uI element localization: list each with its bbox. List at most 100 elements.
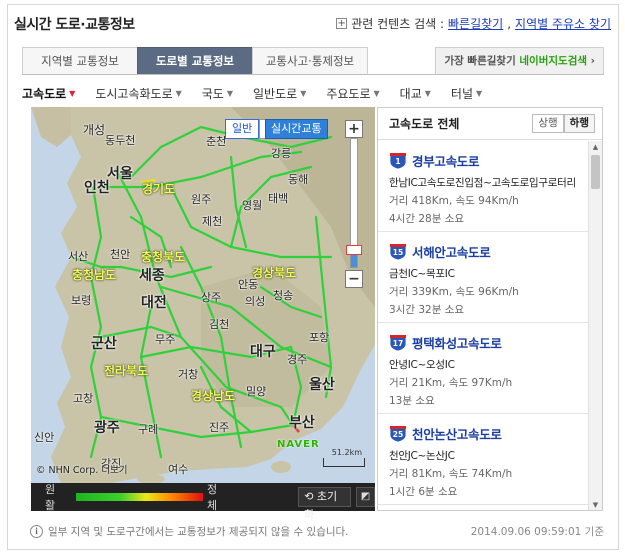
traffic-map[interactable]: 개성 동두천 춘천 서울 인천 경기도 강릉 동해 원주 영월 태백 제천 서산… <box>31 107 375 483</box>
map-label-gochang: 고창 <box>73 392 94 405</box>
map-label-chungbuk: 충청북도 <box>141 250 186 264</box>
naver-logo: NAVER <box>277 439 320 450</box>
map-label-seoul: 서울 <box>107 166 133 182</box>
highway-shield-icon: 17 <box>389 334 407 352</box>
map-type-normal-button[interactable]: 일반 <box>225 119 260 139</box>
expressway-time: 3시간 32분 소요 <box>389 304 465 316</box>
expressway-section: 안녕IC~오성IC <box>389 359 455 371</box>
zoom-slider-track[interactable] <box>346 138 362 268</box>
gas-station-link[interactable]: 지역별 주유소 찾기 <box>515 15 611 32</box>
plus-icon: + <box>336 18 348 29</box>
caret-down-icon: ▼ <box>226 88 234 98</box>
subtab-general-road[interactable]: 일반도로 ▼ <box>253 85 306 102</box>
caret-down-icon: ▼ <box>476 88 483 98</box>
map-copyright[interactable]: © NHN Corp. 더보기 <box>36 462 128 476</box>
map-label-dongducheon: 동두천 <box>105 134 136 147</box>
map-label-gyeongbuk: 경상북도 <box>252 266 297 280</box>
map-label-cheonan: 천안 <box>110 248 131 261</box>
subtab-urban-expressway[interactable]: 도시고속화도로 ▼ <box>95 85 181 102</box>
highway-shield-icon: 15 <box>389 243 407 261</box>
zoom-in-button[interactable]: + <box>345 120 363 138</box>
list-item[interactable]: 1 경부고속도로 한남IC고속도로진입점~고속도로입구로터리 거리 418Km,… <box>378 141 588 232</box>
map-label-gangneung: 강릉 <box>271 147 292 160</box>
scroll-down-icon[interactable]: ▼ <box>589 499 602 510</box>
expressway-name[interactable]: 서해안고속도로 <box>412 242 491 261</box>
expressway-name[interactable]: 천안논산고속도로 <box>412 424 502 443</box>
subtab-major-road[interactable]: 주요도로 ▼ <box>326 85 379 102</box>
expressway-detail: 거리 21Km, 속도 97Km/h <box>389 377 513 389</box>
chevron-right-icon: › <box>590 55 595 67</box>
map-scale-bar: 51.2km <box>323 449 365 467</box>
zoom-control: + − <box>345 120 365 310</box>
tab-accident-control[interactable]: 교통사고·통제정보 <box>252 47 368 74</box>
reset-icon: ⟲ <box>304 490 314 503</box>
map-label-incheon: 인천 <box>84 180 110 196</box>
expressway-name[interactable]: 경부고속도로 <box>412 151 480 170</box>
scroll-up-icon[interactable]: ▲ <box>589 141 602 153</box>
map-label-gimcheon: 김천 <box>209 318 230 331</box>
map-label-jecheon: 제천 <box>202 215 223 228</box>
page-footer: i 일부 지역 및 도로구간에서는 교통정보가 제공되지 않을 수 있습니다. … <box>30 524 604 539</box>
update-timestamp: 2014.09.06 09:59:01 기준 <box>470 526 604 538</box>
map-label-muju: 무주 <box>155 333 176 346</box>
fast-route-link[interactable]: 빠른길찾기 <box>448 15 503 32</box>
subtab-tunnel[interactable]: 터널 ▼ <box>451 85 482 102</box>
map-label-sinan: 신안 <box>34 431 55 444</box>
map-label-daegu: 대구 <box>250 344 276 360</box>
scroll-thumb[interactable] <box>591 155 600 189</box>
tab-regional-traffic[interactable]: 지역별 교통정보 <box>22 47 138 74</box>
map-label-gunsan: 군산 <box>91 336 117 352</box>
highway-shield-icon: 25 <box>389 425 407 443</box>
map-shrink-button[interactable]: ◩ <box>355 487 376 507</box>
subtab-bridge[interactable]: 대교 ▼ <box>400 85 431 102</box>
info-icon: i <box>30 525 43 538</box>
list-item[interactable]: 25 천안논산고속도로 천안JC~논산JC 거리 81Km, 속도 74Km/h… <box>378 414 588 505</box>
zoom-out-button[interactable]: − <box>345 270 363 288</box>
expressway-time: 1시간 6분 소요 <box>389 486 458 498</box>
map-label-gurye: 구례 <box>138 423 159 436</box>
map-label-gyeongnam: 경상남도 <box>191 389 236 403</box>
subtab-national-road[interactable]: 국도 ▼ <box>202 85 233 102</box>
direction-up-button[interactable]: 상행 <box>532 114 564 133</box>
list-item[interactable]: 15 서해안고속도로 금천IC~목포IC 거리 339Km, 속도 96Km/h… <box>378 232 588 323</box>
map-label-sejong: 세종 <box>139 268 165 284</box>
page-title: 실시간 도로·교통정보 <box>14 17 135 33</box>
map-label-chuncheon: 춘천 <box>206 135 227 148</box>
map-label-boryeong: 보령 <box>71 294 92 307</box>
map-label-busan: 부산 <box>289 415 315 431</box>
naver-map-search-banner[interactable]: 가장 빠른길찾기 네이버지도검색 › <box>435 47 604 74</box>
map-label-jinju: 진주 <box>209 421 230 434</box>
map-label-daejeon: 대전 <box>141 295 167 311</box>
highway-shield-icon: 1 <box>389 152 407 170</box>
caret-down-icon: ▼ <box>300 88 307 98</box>
map-label-jeonbuk: 전라북도 <box>104 364 149 378</box>
direction-down-button[interactable]: 하행 <box>563 114 595 133</box>
zoom-slider-handle[interactable] <box>346 245 362 255</box>
shrink-icon: ◩ <box>360 491 371 502</box>
expressway-time: 4시간 28분 소요 <box>389 213 465 225</box>
related-label: 관련 컨텐츠 검색 : <box>351 17 445 31</box>
road-type-tabs: 고속도로 ▼ 도시고속화도로 ▼ 국도 ▼ 일반도로 ▼ 주요도로 ▼ 대교 ▼ 터널 ▼ <box>22 82 604 104</box>
list-item[interactable]: 17 평택화성고속도로 안녕IC~오성IC 거리 21Km, 속도 97Km/h… <box>378 323 588 414</box>
realtime-traffic-button[interactable]: 실시간교통 <box>265 119 328 139</box>
expressway-name[interactable]: 평택화성고속도로 <box>412 333 502 352</box>
caret-down-icon: ▼ <box>69 88 76 98</box>
map-label-cheongsong: 청송 <box>273 289 294 302</box>
expressway-section: 금천IC~목포IC <box>389 268 455 280</box>
legend-smooth-label: 원활 <box>45 483 56 512</box>
expressway-section: 천안JC~논산JC <box>389 450 455 462</box>
panel-scrollbar[interactable]: ▲ ▼ <box>588 141 602 510</box>
map-reset-button[interactable]: ⟲ 초기화 <box>298 487 351 521</box>
panel-header: 고속도로 전체 상행 하행 <box>378 108 602 140</box>
tab-road-traffic[interactable]: 도로별 교통정보 <box>137 47 253 74</box>
map-label-yeongwol: 영월 <box>242 199 263 212</box>
subtab-expressway[interactable]: 고속도로 ▼ <box>22 85 75 102</box>
legend-congested-label: 정체 <box>207 483 218 512</box>
map-label-ulsan: 울산 <box>309 377 335 393</box>
map-label-miryang: 밀양 <box>246 385 267 398</box>
map-label-andong: 안동 <box>238 278 259 291</box>
legend-gradient-bar <box>76 493 204 501</box>
expressway-detail: 거리 81Km, 속도 74Km/h <box>389 468 513 480</box>
expressway-section: 한남IC고속도로진입점~고속도로입구로터리 <box>389 177 576 189</box>
caret-down-icon: ▼ <box>424 88 431 98</box>
